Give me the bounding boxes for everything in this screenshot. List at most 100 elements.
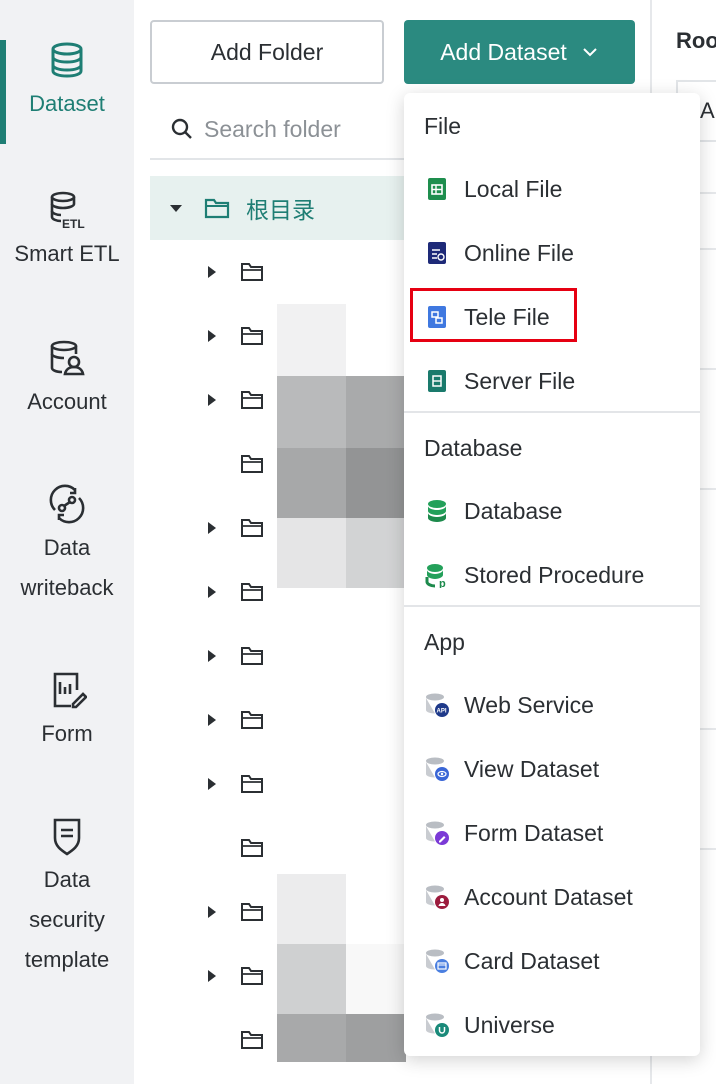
online-file-icon [428,242,446,264]
caret-right-icon[interactable] [206,520,218,536]
menu-item-local-file[interactable]: Local File [404,161,700,217]
svg-text:p: p [439,578,446,588]
folder-icon [241,327,263,345]
menu-item-view-dataset[interactable]: View Dataset [404,741,700,797]
add-folder-label: Add Folder [210,38,324,65]
folder-icon [241,263,263,281]
menu-item-label: Card Dataset [464,947,600,974]
database-icon [428,500,446,522]
add-dataset-button[interactable]: Add Dataset [404,20,635,84]
divider [700,488,716,490]
sidebar-item-label: Account [27,389,107,414]
folder-icon [241,839,263,857]
svg-text:API: API [437,709,447,715]
add-dataset-dropdown: File Local File Online File Tele File Se… [404,93,700,1056]
redacted-block [277,448,346,518]
menu-item-label: Universe [464,1011,555,1038]
writeback-icon [49,484,85,524]
menu-item-label: Server File [464,367,576,394]
sidebar: Dataset ETL Smart ETL Account Data write… [0,0,134,1084]
sidebar-item-form[interactable]: Form [0,670,134,754]
search-input[interactable] [204,115,394,143]
menu-item-server-file[interactable]: Server File [404,353,700,409]
tree-folder-row[interactable] [150,752,406,816]
caret-right-icon[interactable] [206,328,218,344]
divider [700,848,716,850]
menu-item-label: Online File [464,239,574,266]
menu-item-label: Form Dataset [464,819,604,846]
redacted-block [346,448,406,518]
sidebar-item-smart-etl[interactable]: ETL Smart ETL [0,190,134,274]
caret-right-icon[interactable] [206,648,218,664]
menu-item-web-service[interactable]: API Web Service [404,677,700,733]
caret-right-icon[interactable] [206,776,218,792]
caret-down-icon[interactable] [168,200,184,216]
sidebar-item-data-security-template[interactable]: Data security template [0,816,134,980]
caret-right-icon[interactable] [206,904,218,920]
redacted-block [277,874,346,944]
shield-icon [53,818,81,856]
sidebar-item-data-writeback[interactable]: Data writeback [0,484,134,608]
tree-folder-row[interactable] [150,688,406,752]
sidebar-item-label: Data security template [24,867,110,972]
svg-text:ETL: ETL [62,217,85,230]
redacted-block [346,1014,406,1062]
folder-icon [241,967,263,985]
menu-item-form-dataset[interactable]: Form Dataset [404,805,700,861]
local-file-icon [428,178,446,200]
menu-item-label: Database [464,497,563,524]
tree-folder-row[interactable] [150,624,406,688]
menu-divider [404,411,700,413]
menu-item-label: Web Service [464,691,594,718]
menu-item-account-dataset[interactable]: Account Dataset [404,869,700,925]
redacted-block [277,1014,346,1062]
add-folder-button[interactable]: Add Folder [150,20,384,84]
caret-right-icon[interactable] [206,968,218,984]
redacted-block [277,304,346,376]
sidebar-item-label: Dataset [29,91,105,116]
chevron-down-icon [583,48,597,57]
menu-item-database[interactable]: Database [404,483,700,539]
divider [700,728,716,730]
menu-item-universe[interactable]: Universe [404,997,700,1053]
menu-group-title: File [424,113,462,139]
detail-panel-field-text: A [700,98,715,123]
database-icon [51,42,83,78]
caret-right-icon[interactable] [206,712,218,728]
menu-item-label: Account Dataset [464,883,633,910]
caret-right-icon[interactable] [206,392,218,408]
redacted-block [346,944,406,1014]
tree-folder-row[interactable] [150,240,406,304]
stored-procedure-icon: p [425,564,446,588]
caret-right-icon[interactable] [206,584,218,600]
folder-icon [241,1031,263,1049]
menu-group-title: Database [424,435,523,461]
universe-icon [426,1013,449,1037]
tree-root-label: 根目录 [246,197,315,223]
sidebar-item-label: Data writeback [20,535,114,600]
add-dataset-label: Add Dataset [440,38,567,65]
menu-item-stored-procedure[interactable]: p Stored Procedure [404,547,700,603]
folder-icon [241,903,263,921]
redacted-block [346,376,406,448]
etl-icon: ETL [50,191,85,230]
divider [700,248,716,250]
tree-folder-row[interactable] [150,816,406,880]
folder-icon [241,391,263,409]
folder-icon [241,455,263,473]
sidebar-item-label: Form [41,721,93,746]
sidebar-item-dataset[interactable]: Dataset [0,40,134,144]
search-icon [171,118,192,139]
view-dataset-icon [426,757,449,781]
redacted-block [277,518,346,588]
menu-item-online-file[interactable]: Online File [404,225,700,281]
account-icon [50,340,85,376]
caret-right-icon[interactable] [206,264,218,280]
menu-item-card-dataset[interactable]: Card Dataset [404,933,700,989]
folder-icon [241,519,263,537]
redacted-block [277,376,346,448]
sidebar-item-label: Smart ETL [14,241,120,266]
sidebar-item-account[interactable]: Account [0,338,134,422]
tree-root[interactable]: 根目录 [150,176,406,240]
folder-icon [241,775,263,793]
